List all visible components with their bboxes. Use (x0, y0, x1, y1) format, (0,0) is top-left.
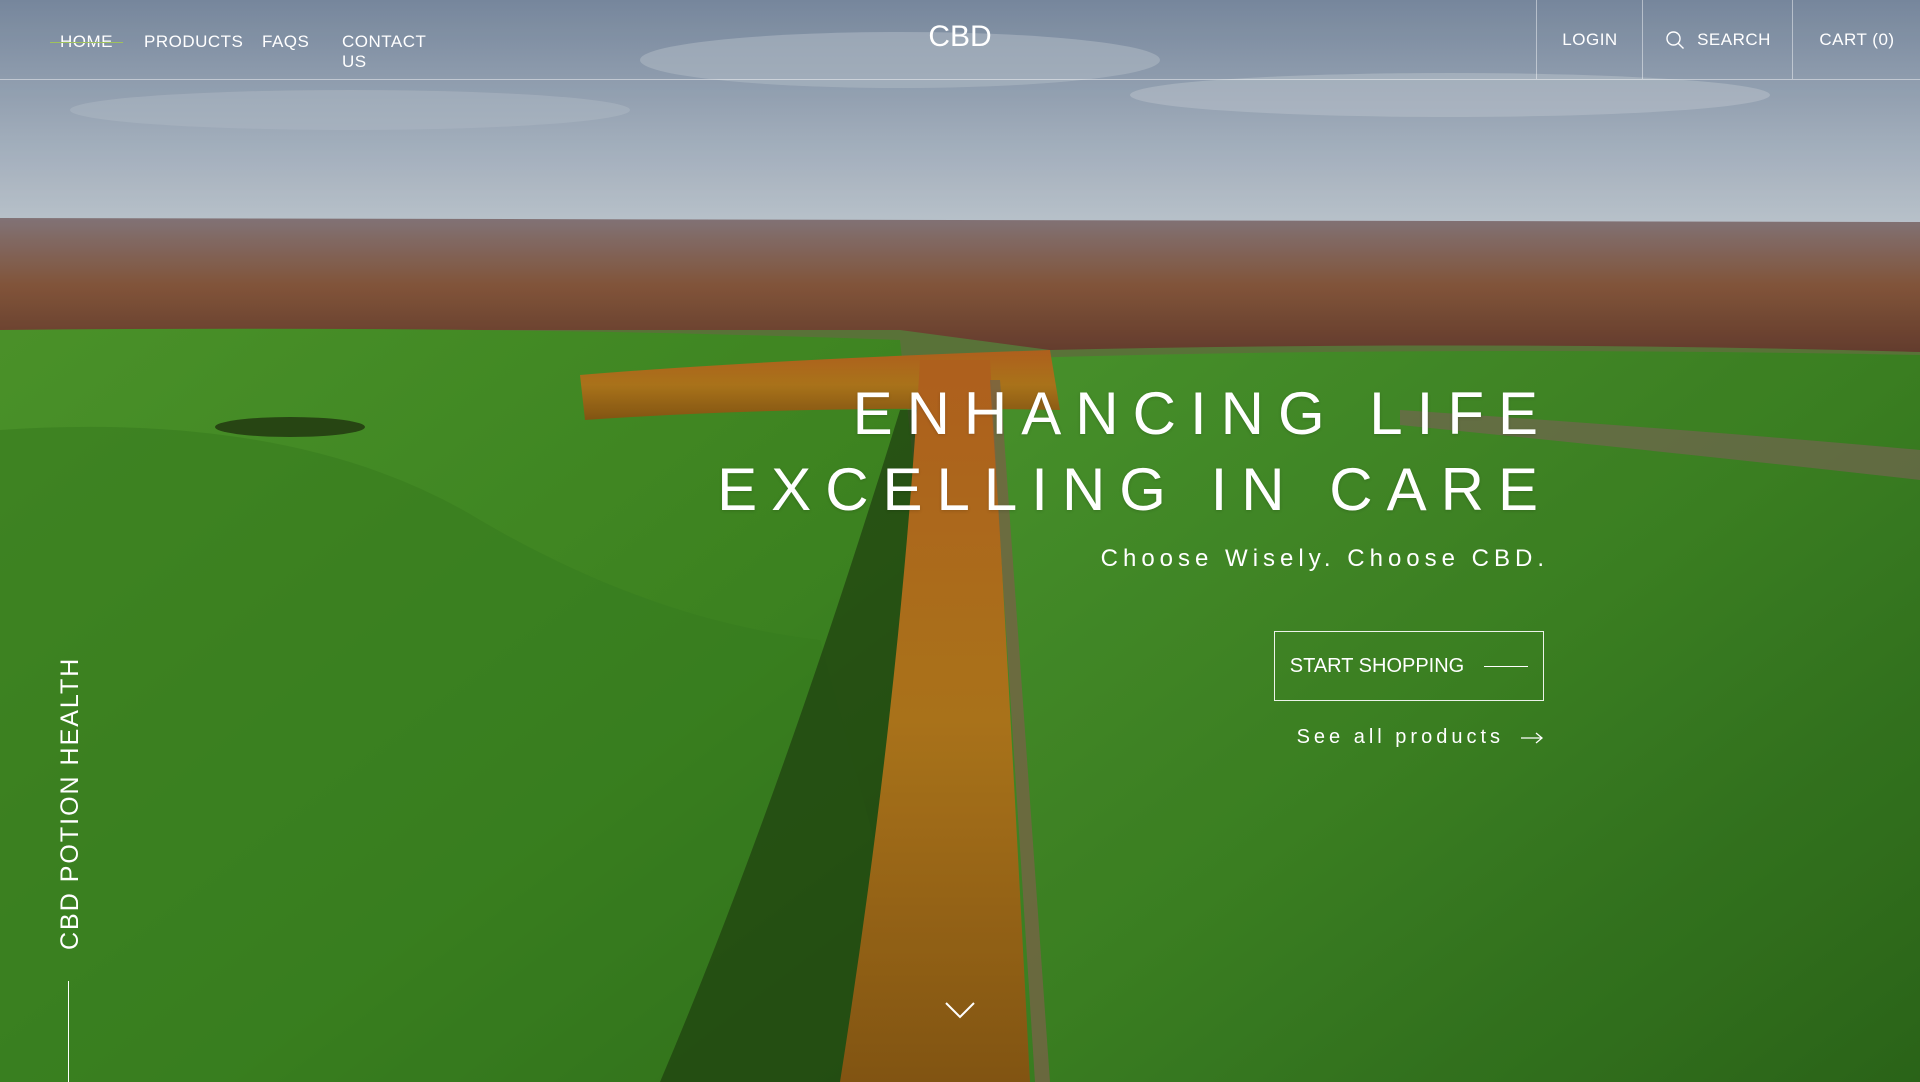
cart-link[interactable]: CART (0) (1792, 0, 1920, 79)
search-icon (1666, 30, 1685, 49)
site-logo[interactable]: CBD (928, 20, 991, 53)
start-shopping-label: START SHOPPING (1289, 654, 1465, 677)
hero-headline: ENHANCING LIFE EXCELLING IN CARE (717, 376, 1552, 528)
button-line-decoration (1484, 665, 1529, 667)
see-all-products-link[interactable]: See all products (1297, 726, 1544, 749)
see-all-products-label: See all products (1296, 726, 1504, 748)
hero-background-image (0, 0, 1920, 1082)
chevron-down-icon[interactable] (943, 998, 977, 1022)
arrow-right-icon (1521, 732, 1544, 743)
start-shopping-button[interactable]: START SHOPPING (1274, 631, 1544, 701)
hero-subheadline: Choose Wisely. Choose CBD. (1100, 545, 1549, 572)
nav-faqs-label: FAQS (262, 32, 310, 51)
login-link[interactable]: LOGIN (1536, 0, 1643, 79)
vertical-brand-text: CBD POTION HEALTH (56, 656, 84, 950)
active-indicator (50, 42, 123, 43)
nav-products-label: PRODUCTS (144, 32, 244, 51)
login-label: LOGIN (1562, 29, 1618, 49)
vertical-divider-line (68, 981, 69, 1082)
site-header: HOME PRODUCTS FAQS CONTACT US CBD LOGIN … (0, 0, 1920, 80)
search-button[interactable]: SEARCH (1642, 0, 1793, 79)
nav-products-link[interactable]: PRODUCTS (144, 32, 243, 52)
headline-line-1: ENHANCING LIFE (852, 380, 1552, 447)
nav-contact-link[interactable]: CONTACT US (342, 32, 426, 72)
nav-contact-label: CONTACT US (342, 32, 427, 71)
cart-label: CART (0) (1819, 29, 1895, 49)
nav-faqs-link[interactable]: FAQS (262, 32, 309, 52)
nav-home-link[interactable]: HOME (50, 32, 123, 52)
headline-line-2: EXCELLING IN CARE (717, 456, 1552, 523)
search-label: SEARCH (1697, 29, 1771, 49)
